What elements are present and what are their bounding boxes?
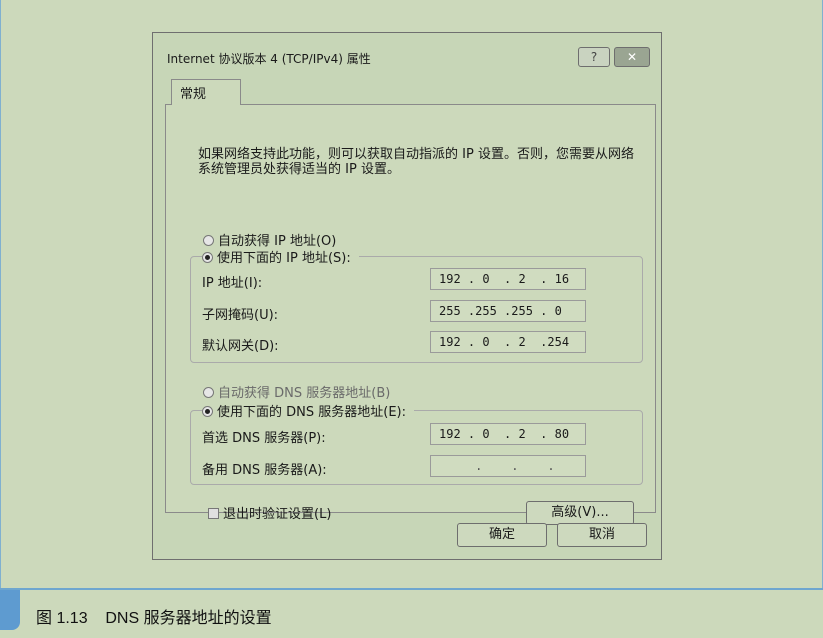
tab-general[interactable]: 常规 xyxy=(171,79,241,105)
subnet-mask-input[interactable]: 255 .255 .255 . 0 xyxy=(430,300,586,322)
cancel-button[interactable]: 取消 xyxy=(557,523,647,547)
ip-address-input[interactable]: 192 . 0 . 2 . 16 xyxy=(430,268,586,290)
dns-auto-label: 自动获得 DNS 服务器地址(B) xyxy=(218,386,391,401)
preferred-dns-label: 首选 DNS 服务器(P): xyxy=(202,431,326,446)
dns-manual-option[interactable]: 使用下面的 DNS 服务器地址(E): xyxy=(202,401,414,420)
ok-button[interactable]: 确定 xyxy=(457,523,547,547)
figure-caption: 图 1.13 DNS 服务器地址的设置 xyxy=(36,610,272,627)
dns-manual-radio[interactable] xyxy=(202,406,213,417)
validate-checkbox[interactable] xyxy=(208,508,219,519)
tcpip-properties-dialog: Internet 协议版本 4 (TCP/IPv4) 属性 ? ✕ 常规 如果网… xyxy=(152,32,662,560)
gateway-label: 默认网关(D): xyxy=(202,339,279,354)
ip-address-label: IP 地址(I): xyxy=(202,276,263,291)
help-button[interactable]: ? xyxy=(578,47,610,67)
title-bar: Internet 协议版本 4 (TCP/IPv4) 属性 ? ✕ xyxy=(153,33,661,71)
dns-auto-option[interactable]: 自动获得 DNS 服务器地址(B) xyxy=(203,382,390,401)
close-button[interactable]: ✕ xyxy=(614,47,650,67)
dns-manual-label: 使用下面的 DNS 服务器地址(E): xyxy=(217,405,406,420)
dialog-title: Internet 协议版本 4 (TCP/IPv4) 属性 xyxy=(167,52,371,66)
ip-auto-radio[interactable] xyxy=(203,235,214,246)
alternate-dns-label: 备用 DNS 服务器(A): xyxy=(202,463,327,478)
ip-manual-radio[interactable] xyxy=(202,252,213,263)
validate-label: 退出时验证设置(L) xyxy=(223,507,332,522)
gateway-input[interactable]: 192 . 0 . 2 .254 xyxy=(430,331,586,353)
ip-manual-label: 使用下面的 IP 地址(S): xyxy=(217,251,351,266)
ip-manual-option[interactable]: 使用下面的 IP 地址(S): xyxy=(202,247,359,266)
general-panel: 如果网络支持此功能，则可以获取自动指派的 IP 设置。否则，您需要从网络系统管理… xyxy=(165,104,656,525)
preferred-dns-input[interactable]: 192 . 0 . 2 . 80 xyxy=(430,423,586,445)
alternate-dns-input[interactable]: . . . xyxy=(430,455,586,477)
caption-marker xyxy=(0,590,20,630)
subnet-mask-label: 子网掩码(U): xyxy=(202,308,279,323)
validate-option[interactable]: 退出时验证设置(L) xyxy=(208,503,331,522)
description-text: 如果网络支持此功能，则可以获取自动指派的 IP 设置。否则，您需要从网络系统管理… xyxy=(198,147,634,177)
dialog-content: 常规 如果网络支持此功能，则可以获取自动指派的 IP 设置。否则，您需要从网络系… xyxy=(161,77,656,553)
advanced-button[interactable]: 高级(V)... xyxy=(526,501,634,525)
dns-auto-radio[interactable] xyxy=(203,387,214,398)
